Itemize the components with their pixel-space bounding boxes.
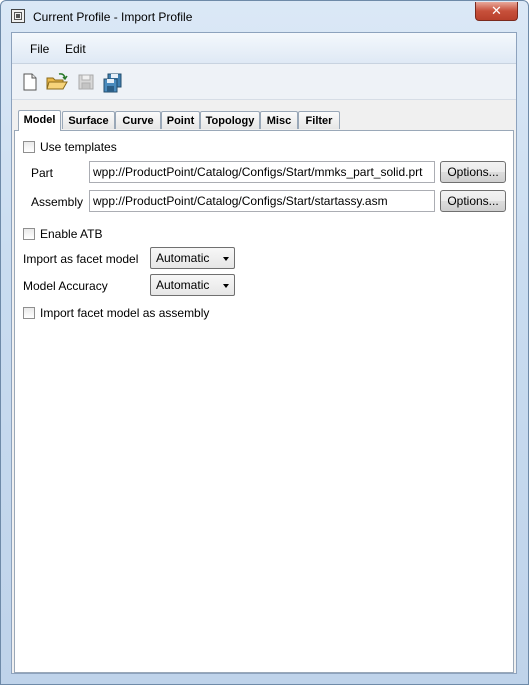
part-path-field[interactable]: wpp://ProductPoint/Catalog/Configs/Start… [89,161,435,183]
tab-filter[interactable]: Filter [298,111,340,129]
import-profile-window: Current Profile - Import Profile ✕ File … [0,0,529,685]
menu-file[interactable]: File [30,42,49,56]
tab-surface[interactable]: Surface [62,111,115,129]
import-facet-assembly-checkbox[interactable] [23,307,35,319]
menu-bar: File Edit [12,33,516,64]
enable-atb-checkbox[interactable] [23,228,35,240]
part-label: Part [31,166,54,180]
assembly-options-button[interactable]: Options... [440,190,506,212]
toolbar [12,64,516,100]
import-facet-label: Import as facet model [23,252,139,266]
new-file-icon[interactable] [20,72,40,92]
tab-area: Model Surface Curve Point Topology Misc … [12,100,516,673]
tab-topology[interactable]: Topology [200,111,260,129]
open-folder-icon[interactable] [46,72,68,92]
tab-model[interactable]: Model [18,110,61,131]
use-templates-checkbox[interactable] [23,141,35,153]
model-accuracy-label: Model Accuracy [23,279,108,293]
client-area: File Edit Model Surface Curve Point Topo… [11,32,517,674]
window-title: Current Profile - Import Profile [33,10,193,24]
enable-atb-label: Enable ATB [40,227,103,241]
model-panel: Use templates Part wpp://ProductPoint/Ca… [14,130,514,673]
title-bar[interactable]: Current Profile - Import Profile ✕ [1,1,528,32]
model-accuracy-select[interactable]: Automatic [150,274,235,296]
menu-edit[interactable]: Edit [65,42,86,56]
tab-curve[interactable]: Curve [115,111,161,129]
import-facet-assembly-label: Import facet model as assembly [40,306,210,320]
part-options-button[interactable]: Options... [440,161,506,183]
tab-point[interactable]: Point [161,111,200,129]
tab-misc[interactable]: Misc [260,111,298,129]
assembly-path-field[interactable]: wpp://ProductPoint/Catalog/Configs/Start… [89,190,435,212]
app-icon[interactable] [11,9,25,23]
dropdown-arrow-icon [223,284,229,288]
save-as-icon[interactable] [102,72,122,93]
import-facet-select[interactable]: Automatic [150,247,235,269]
model-accuracy-value: Automatic [156,278,210,292]
import-facet-value: Automatic [156,251,210,265]
save-icon[interactable] [76,72,96,92]
close-button[interactable]: ✕ [475,2,518,21]
assembly-label: Assembly [31,195,84,209]
dropdown-arrow-icon [223,257,229,261]
use-templates-label: Use templates [40,140,117,154]
